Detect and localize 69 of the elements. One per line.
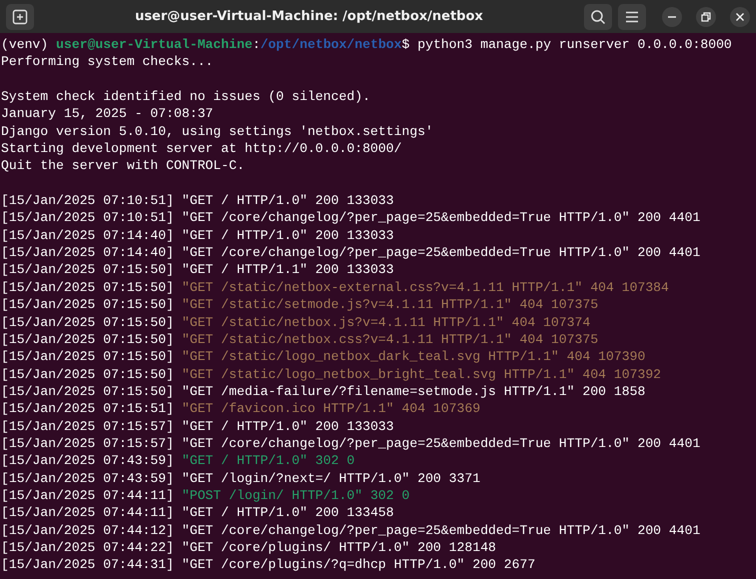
log-timestamp: [15/Jan/2025 07:15:50] [1,349,174,364]
log-request: "GET /core/changelog/?per_page=25&embedded=True HTTP/1.0" 200 4401 [182,522,700,538]
window-title: user@user-Virtual-Machine: /opt/netbox/netbox [134,9,484,24]
log-timestamp: [15/Jan/2025 07:15:57] [1,418,174,434]
log-request: "GET /static/netbox.js?v=4.1.11 HTTP/1.1" 404 107374 [182,314,590,330]
log-request: "GET /favicon.ico HTTP/1.1" 404 107369 [182,401,480,416]
log-timestamp: [15/Jan/2025 07:15:50] [1,384,174,399]
output-line: January 15, 2025 - 07:08:37 [1,106,214,122]
command-text: python3 manage.py runserver 0.0.0.0:8000 [417,37,732,52]
log-timestamp: [15/Jan/2025 07:15:50] [1,262,174,278]
log-request: "GET /static/logo_netbox_bright_teal.svg HTTP/1.1" 404 107392 [182,366,662,382]
log-request: "GET / HTTP/1.0" 200 133458 [182,505,394,520]
log-timestamp: [15/Jan/2025 07:15:50] [1,297,174,312]
log-timestamp: [15/Jan/2025 07:15:57] [1,436,174,451]
prompt-user: user@user-Virtual-Machine [56,37,252,52]
log-request: "GET /core/plugins/?q=dhcp HTTP/1.0" 200 2677 [182,557,536,572]
log-timestamp: [15/Jan/2025 07:10:51] [1,210,174,226]
close-icon [735,12,745,22]
log-timestamp: [15/Jan/2025 07:44:11] [1,488,174,503]
venv-label: (venv) [1,37,50,52]
log-request: "POST /login/ HTTP/1.0" 302 0 [182,488,410,503]
log-request: "GET /static/logo_netbox_dark_teal.svg HTTP/1.1" 404 107390 [182,349,646,364]
log-request: "GET / HTTP/1.0" 200 133033 [182,193,394,208]
output-line: Performing system checks... [1,54,214,70]
log-timestamp: [15/Jan/2025 07:43:59] [1,470,174,486]
log-timestamp: [15/Jan/2025 07:44:12] [1,522,174,538]
log-timestamp: [15/Jan/2025 07:15:50] [1,332,174,347]
minimize-icon [668,16,676,18]
log-request: "GET /media-failure/?filename=setmode.js HTTP/1.1" 200 1858 [182,384,646,399]
log-request: "GET / HTTP/1.0" 200 133033 [182,228,394,243]
restore-icon [701,12,711,22]
log-timestamp: [15/Jan/2025 07:14:40] [1,245,174,260]
maximize-button[interactable] [696,6,716,26]
log-timestamp: [15/Jan/2025 07:10:51] [1,193,174,208]
log-request: "GET /static/setmode.js?v=4.1.11 HTTP/1.1" 404 107375 [182,297,598,312]
log-request: "GET / HTTP/1.0" 302 0 [182,453,355,468]
log-request: "GET /core/changelog/?per_page=25&embedded=True HTTP/1.0" 200 4401 [182,210,700,226]
log-timestamp: [15/Jan/2025 07:44:22] [1,540,174,555]
log-request: "GET /login/?next=/ HTTP/1.0" 200 3371 [182,470,480,486]
output-line: Django version 5.0.10, using settings 'netbox.settings' [1,124,434,139]
log-timestamp: [15/Jan/2025 07:14:40] [1,228,174,243]
prompt-path: /opt/netbox/netbox [260,37,402,52]
log-request: "GET /core/changelog/?per_page=25&embedded=True HTTP/1.0" 200 4401 [182,245,700,260]
log-timestamp: [15/Jan/2025 07:44:31] [1,557,174,572]
new-tab-icon [12,8,28,24]
log-request: "GET /core/plugins/ HTTP/1.0" 200 128148 [182,540,496,555]
output-line: Starting development server at http://0.0.0.0:8000/ [1,141,402,156]
log-timestamp: [15/Jan/2025 07:43:59] [1,453,174,468]
menu-button[interactable] [618,4,646,30]
log-timestamp: [15/Jan/2025 07:44:11] [1,505,174,520]
log-timestamp: [15/Jan/2025 07:15:50] [1,366,174,382]
log-request: "GET /static/netbox-external.css?v=4.1.11 HTTP/1.1" 404 107384 [182,280,669,295]
log-timestamp: [15/Jan/2025 07:15:51] [1,401,174,416]
output-line: Quit the server with CONTROL-C. [1,158,245,174]
prompt-symbol: $ [402,37,411,52]
log-request: "GET / HTTP/1.1" 200 133033 [182,262,394,278]
log-timestamp: [15/Jan/2025 07:15:50] [1,280,174,295]
close-button[interactable] [730,6,750,26]
search-icon [590,8,606,24]
log-request: "GET /static/netbox.css?v=4.1.11 HTTP/1.1" 404 107375 [182,332,598,347]
log-request: "GET /core/changelog/?per_page=25&embedded=True HTTP/1.0" 200 4401 [182,436,700,451]
menu-icon [625,10,639,22]
minimize-button[interactable] [662,6,682,26]
new-tab-button[interactable] [6,4,34,30]
log-request: "GET / HTTP/1.0" 200 133033 [182,418,394,434]
prompt-separator: : [252,37,260,52]
log-timestamp: [15/Jan/2025 07:15:50] [1,314,174,330]
search-button[interactable] [584,4,612,30]
output-line: System check identified no issues (0 silenced). [1,89,370,104]
